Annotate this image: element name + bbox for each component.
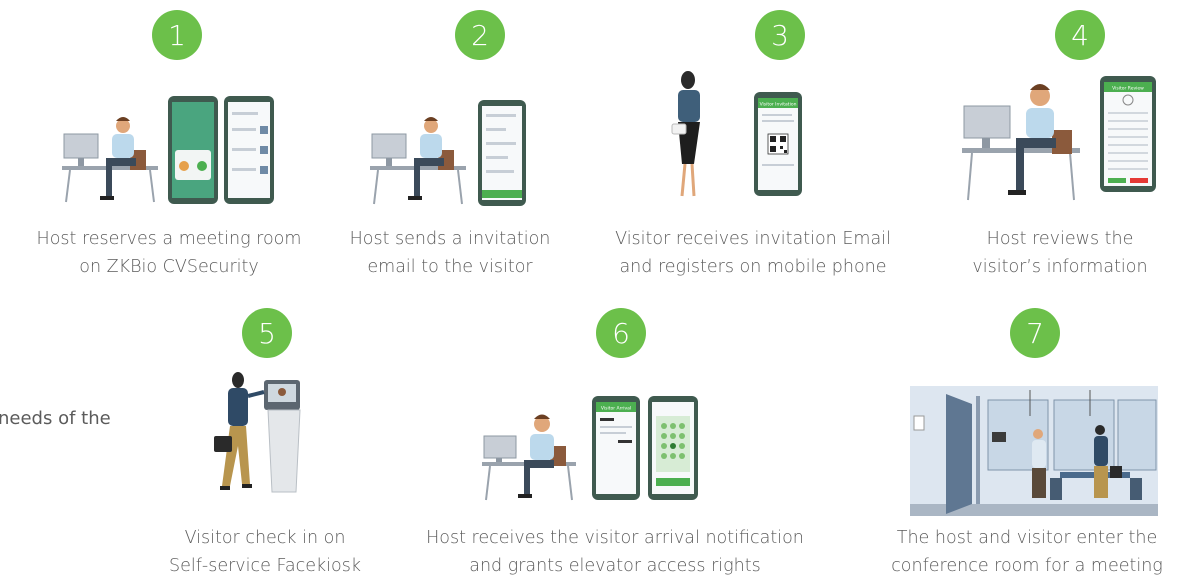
step-3-caption-line2: and registers on mobile phone [619,257,887,277]
step-6-badge: 6 [596,308,646,358]
step-1-badge: 1 [152,10,202,60]
step-6-caption-line1: Host receives the visitor arrival notifi… [426,528,804,548]
step-4-caption: Host reviews the visitor’s information [950,225,1170,281]
step-7-caption: The host and visitor enter the conferenc… [878,524,1176,580]
step-4-caption-line1: Host reviews the [986,229,1134,249]
step-3-caption: Visitor receives invitation Email and re… [598,225,908,281]
step-2-caption: Host sends a invitation email to the vis… [335,225,565,281]
step-5-caption: Visitor check in on Self-service Facekio… [160,524,370,580]
step-6-caption-line2: and grants elevator access rights [469,556,761,576]
step-7-caption-line2: conference room for a meeting [891,556,1163,576]
step-5-badge: 5 [242,308,292,358]
arrival-screen-title: Visitor Arrival [601,406,631,412]
step-5-caption-line2: Self-service Facekiosk [169,556,361,576]
step-2-caption-line1: Host sends a invitation [349,229,551,249]
step-3-illustration: Visitor Invitation [660,68,810,202]
step-2-illustration [368,98,538,214]
review-screen-title: Visitor Review [1112,86,1144,92]
step-5-illustration [208,366,308,496]
step-7-caption-line1: The host and visitor enter the [896,528,1158,548]
cut-off-text: needs of the [0,408,111,429]
step-2-caption-line2: email to the visitor [367,257,533,277]
step-7-illustration [910,386,1158,516]
step-1-caption-line2: on ZKBio CVSecurity [79,257,259,277]
step-1-caption: Host reserves a meeting room on ZKBio CV… [24,225,314,281]
step-4-illustration: Visitor Review [960,74,1160,206]
step-4-caption-line2: visitor’s information [972,257,1148,277]
step-1-caption-line1: Host reserves a meeting room [36,229,302,249]
step-4-badge: 4 [1055,10,1105,60]
step-6-caption: Host receives the visitor arrival notifi… [400,524,830,580]
step-3-badge: 3 [755,10,805,60]
step-5-caption-line1: Visitor check in on [184,528,346,548]
step-3-caption-line1: Visitor receives invitation Email [615,229,891,249]
step-6-illustration: Visitor Arrival [480,392,704,504]
step-1-illustration [60,90,280,210]
step-7-badge: 7 [1010,308,1060,358]
step-2-badge: 2 [455,10,505,60]
invitation-screen-title: Visitor Invitation [760,102,797,108]
